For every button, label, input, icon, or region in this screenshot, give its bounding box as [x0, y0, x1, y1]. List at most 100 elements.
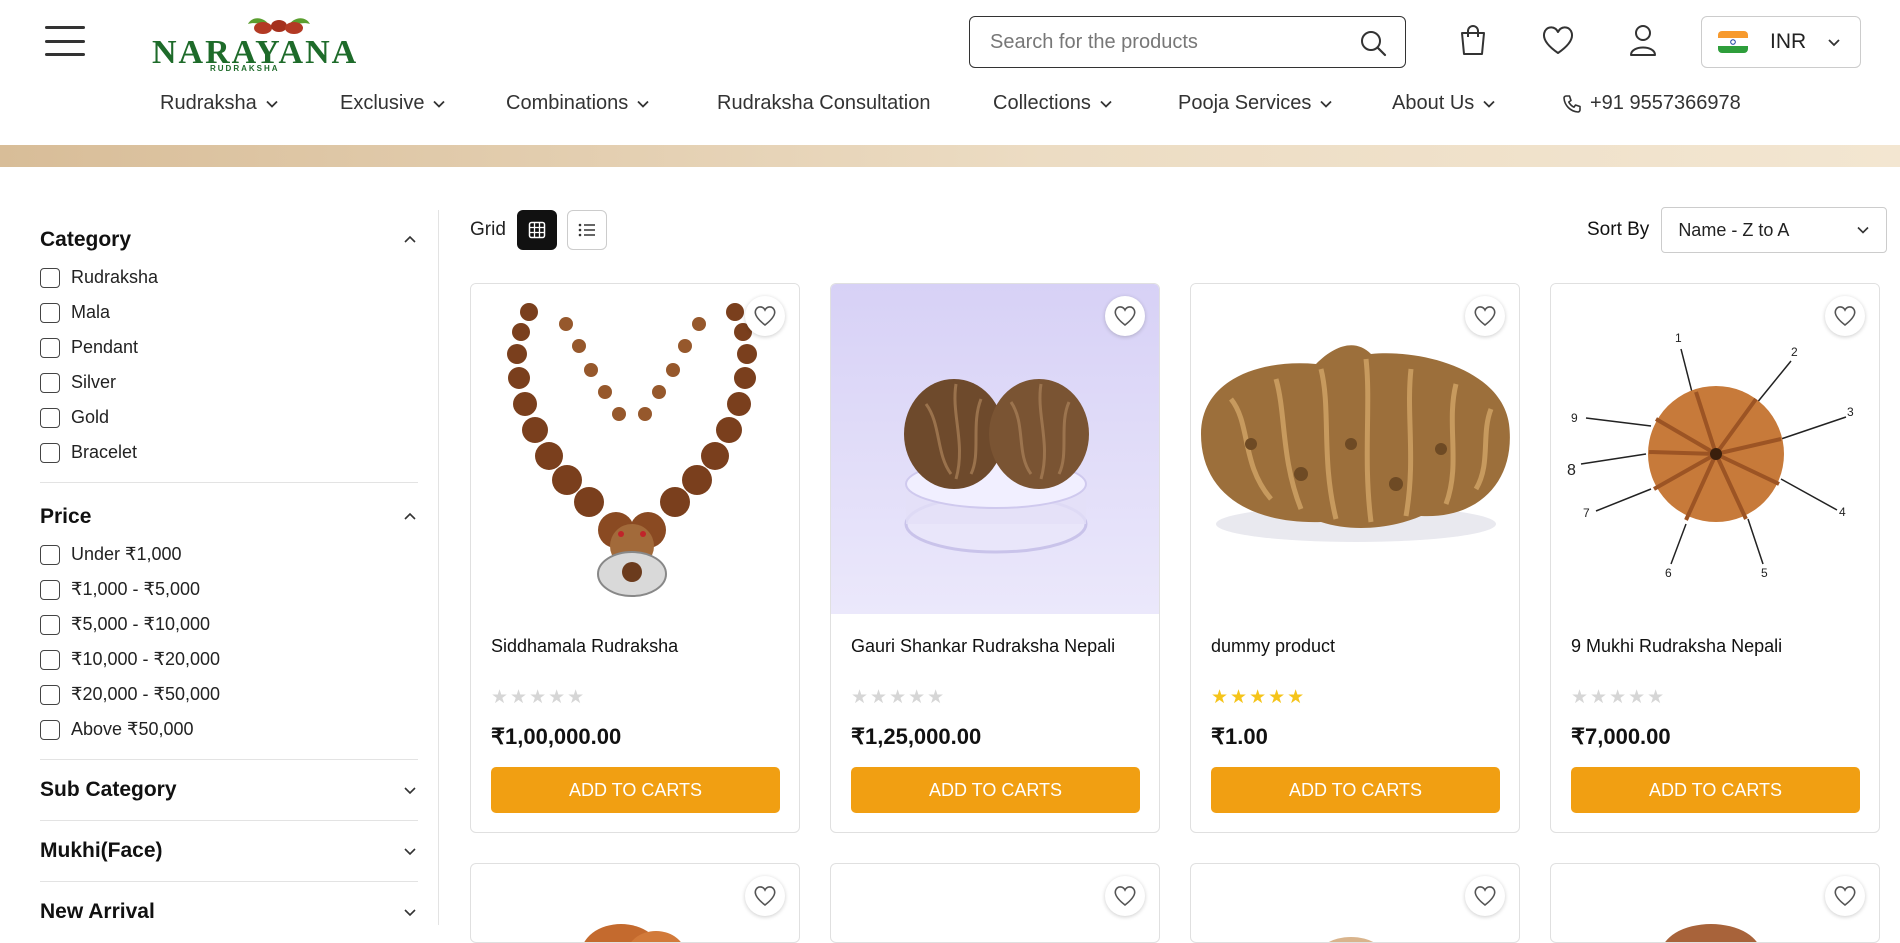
product-card[interactable] — [1550, 863, 1880, 943]
product-name[interactable]: 9 Mukhi Rudraksha Nepali — [1571, 636, 1782, 657]
add-to-cart-button[interactable]: ADD TO CARTS — [1211, 767, 1500, 813]
list-view-button[interactable] — [566, 210, 607, 250]
nav-label: Rudraksha Consultation — [717, 92, 931, 114]
filter-mukhi-header[interactable]: Mukhi(Face) — [40, 831, 418, 871]
filter-option-silver[interactable]: Silver — [40, 365, 418, 400]
option-label: Rudraksha — [71, 267, 159, 287]
nav-label: Collections — [993, 92, 1091, 114]
sort-value: Name - Z to A — [1678, 219, 1790, 240]
checkbox[interactable] — [40, 302, 60, 323]
filter-option-bracelet[interactable]: Bracelet — [40, 435, 418, 470]
nav-item-rudraksha[interactable]: Rudraksha — [160, 92, 279, 115]
search-input[interactable] — [990, 30, 1350, 54]
filter-new-arrival-header[interactable]: New Arrival — [40, 892, 418, 932]
chevron-down-icon — [1320, 100, 1333, 108]
filter-category-header[interactable]: Category — [40, 220, 418, 260]
checkbox[interactable] — [40, 544, 60, 565]
chevron-down-icon — [266, 100, 278, 108]
filter-option-pendant[interactable]: Pendant — [40, 330, 418, 365]
wishlist-heart-icon[interactable] — [1465, 876, 1505, 916]
add-to-cart-button[interactable]: ADD TO CARTS — [1571, 767, 1860, 813]
option-label: ₹10,000 - ₹20,000 — [71, 649, 221, 669]
filter-option-rudraksha[interactable]: Rudraksha — [40, 260, 418, 295]
nav-item-pooja-services[interactable]: Pooja Services — [1178, 92, 1333, 115]
product-card[interactable]: dummy product ★★★★★ ₹1.00 ADD TO CARTS — [1190, 283, 1520, 833]
nav-item-rudraksha-consultation[interactable]: Rudraksha Consultation — [717, 92, 930, 115]
checkbox[interactable] — [40, 719, 60, 740]
filter-option-price[interactable]: ₹1,000 - ₹5,000 — [40, 572, 418, 607]
chevron-down-icon — [1483, 100, 1495, 108]
grid-view-button[interactable] — [516, 210, 557, 250]
filter-option-mala[interactable]: Mala — [40, 295, 418, 330]
filter-option-price[interactable]: Under ₹1,000 — [40, 537, 418, 572]
product-name[interactable]: dummy product — [1211, 636, 1335, 657]
diagram-label: 7 — [1583, 506, 1590, 520]
chevron-down-icon — [1100, 100, 1112, 108]
nav-item-combinations[interactable]: Combinations — [506, 92, 650, 115]
list-icon — [578, 223, 595, 237]
option-label: ₹20,000 - ₹50,000 — [71, 684, 221, 704]
product-image[interactable] — [471, 284, 799, 614]
nav-item-phone[interactable]: +91 9557366978 — [1562, 92, 1741, 115]
checkbox[interactable] — [40, 614, 60, 635]
india-flag-icon — [1718, 31, 1748, 53]
product-card[interactable]: Gauri Shankar Rudraksha Nepali ★★★★★ ₹1,… — [830, 283, 1160, 833]
sort-select[interactable]: Name - Z to A — [1661, 207, 1888, 253]
checkbox[interactable] — [40, 337, 60, 358]
wishlist-heart-icon[interactable] — [1540, 22, 1576, 58]
wishlist-heart-icon[interactable] — [1825, 296, 1865, 336]
filter-option-price[interactable]: ₹10,000 - ₹20,000 — [40, 642, 418, 677]
product-card[interactable] — [1190, 863, 1520, 943]
search-icon[interactable] — [1359, 29, 1387, 57]
filter-title: Price — [40, 505, 92, 528]
filter-sub-category-header[interactable]: Sub Category — [40, 770, 418, 810]
product-price: ₹1.00 — [1211, 724, 1268, 749]
page-banner-strip — [0, 145, 1900, 167]
brand-logo[interactable]: NARAYANA RUDRAKSHA — [150, 12, 360, 73]
option-label: Pendant — [71, 337, 139, 357]
wishlist-heart-icon[interactable] — [1825, 876, 1865, 916]
grid-icon — [528, 221, 546, 239]
checkbox[interactable] — [40, 649, 60, 670]
filter-option-price[interactable]: ₹20,000 - ₹50,000 — [40, 677, 418, 712]
product-image[interactable]: 1 2 3 4 5 6 7 8 9 — [1551, 284, 1879, 614]
diagram-label: 9 — [1571, 411, 1578, 425]
product-image[interactable] — [1191, 284, 1519, 614]
checkbox[interactable] — [40, 267, 60, 288]
wishlist-heart-icon[interactable] — [1105, 876, 1145, 916]
product-name[interactable]: Gauri Shankar Rudraksha Nepali — [851, 636, 1115, 657]
diagram-label: 4 — [1839, 505, 1846, 519]
checkbox[interactable] — [40, 442, 60, 463]
product-name[interactable]: Siddhamala Rudraksha — [491, 636, 678, 657]
chevron-up-icon — [404, 512, 416, 520]
filter-option-price[interactable]: ₹5,000 - ₹10,000 — [40, 607, 418, 642]
currency-selector[interactable]: INR — [1701, 16, 1861, 68]
option-label: Silver — [71, 372, 117, 392]
main-nav: Rudraksha Exclusive Combinations Rudraks… — [0, 92, 1900, 128]
diagram-label: 8 — [1567, 462, 1576, 479]
cart-bag-icon[interactable] — [1455, 22, 1491, 58]
add-to-cart-button[interactable]: ADD TO CARTS — [491, 767, 780, 813]
wishlist-heart-icon[interactable] — [745, 876, 785, 916]
wishlist-heart-icon[interactable] — [1465, 296, 1505, 336]
checkbox[interactable] — [40, 372, 60, 393]
product-card[interactable] — [470, 863, 800, 943]
checkbox[interactable] — [40, 407, 60, 428]
wishlist-heart-icon[interactable] — [745, 296, 785, 336]
checkbox[interactable] — [40, 579, 60, 600]
nav-item-exclusive[interactable]: Exclusive — [340, 92, 446, 115]
filter-option-price[interactable]: Above ₹50,000 — [40, 712, 418, 747]
wishlist-heart-icon[interactable] — [1105, 296, 1145, 336]
product-card[interactable] — [830, 863, 1160, 943]
user-account-icon[interactable] — [1625, 22, 1661, 58]
nav-item-about-us[interactable]: About Us — [1392, 92, 1496, 115]
add-to-cart-button[interactable]: ADD TO CARTS — [851, 767, 1140, 813]
nav-item-collections[interactable]: Collections — [993, 92, 1113, 115]
filter-price-header[interactable]: Price — [40, 497, 418, 537]
product-card[interactable]: Siddhamala Rudraksha ★★★★★ ₹1,00,000.00 … — [470, 283, 800, 833]
product-card[interactable]: 1 2 3 4 5 6 7 8 9 9 Mukhi Rudraksha Nepa… — [1550, 283, 1880, 833]
product-image[interactable] — [831, 284, 1159, 614]
checkbox[interactable] — [40, 684, 60, 705]
hamburger-menu-icon[interactable] — [45, 26, 85, 56]
filter-option-gold[interactable]: Gold — [40, 400, 418, 435]
